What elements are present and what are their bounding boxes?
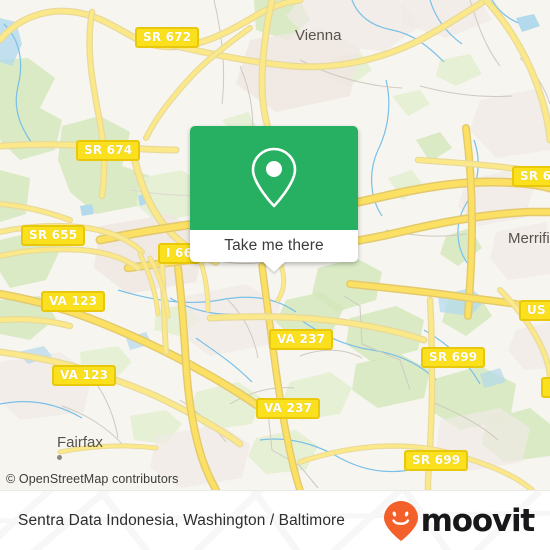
take-me-there-label: Take me there [224, 237, 324, 254]
map-attribution[interactable]: © OpenStreetMap contributors [6, 472, 179, 486]
moovit-smiley-pin-icon [383, 501, 418, 541]
footer-place-title: Sentra Data Indonesia, Washington / Balt… [18, 512, 346, 529]
callout-icon-area [190, 126, 358, 230]
moovit-brand[interactable]: moovit [381, 499, 536, 543]
road-shield-sr-674: SR 674 [76, 140, 141, 161]
road-shield-va-237-lower: VA 237 [256, 398, 321, 419]
road-shield-sr-655: SR 655 [21, 225, 86, 246]
road-shield-sr-699-upper: SR 699 [421, 347, 486, 368]
road-shield-sr-672: SR 672 [135, 27, 200, 48]
callout-action-bar[interactable]: Take me there [190, 230, 358, 272]
footer-bar: Sentra Data Indonesia, Washington / Balt… [0, 490, 550, 550]
map-canvas[interactable]: .land{fill:#f7f5ef} .green{fill:#d4e8bc;… [0, 0, 550, 490]
moovit-wordmark: moovit [420, 502, 536, 539]
road-shield-va-123-lower: VA 123 [52, 365, 117, 386]
city-label-merrifield: Merrifield [508, 230, 550, 247]
callout-pointer-tail [262, 261, 286, 272]
map-pin-icon [251, 147, 297, 208]
road-shield-s-partial: S [541, 377, 550, 398]
city-label-fairfax: Fairfax [57, 434, 103, 451]
road-shield-us-50: US 5 [519, 300, 550, 321]
road-shield-sr-699-lower: SR 699 [404, 450, 469, 471]
moovit-map-screenshot: .land{fill:#f7f5ef} .green{fill:#d4e8bc;… [0, 0, 550, 550]
road-shield-sr-650: SR 650 [512, 166, 550, 187]
take-me-there-callout[interactable]: Take me there [190, 126, 358, 272]
road-shield-va-123-upper: VA 123 [41, 291, 106, 312]
city-label-vienna: Vienna [295, 27, 342, 44]
city-dot-fairfax [57, 455, 62, 460]
road-shield-va-237-upper: VA 237 [269, 329, 334, 350]
